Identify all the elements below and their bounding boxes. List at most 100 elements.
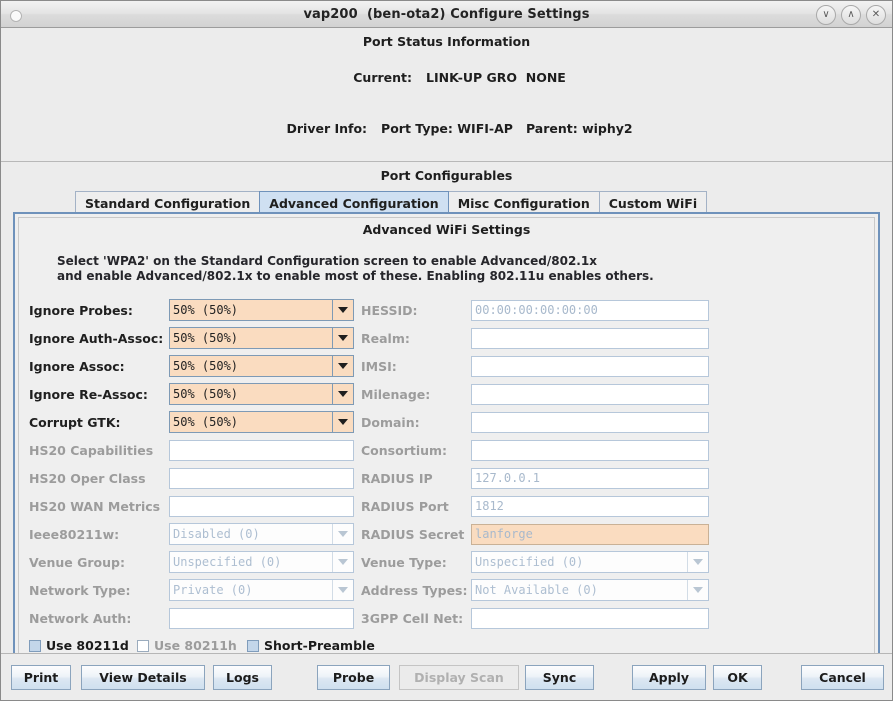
radius-port-label: RADIUS Port bbox=[361, 498, 449, 514]
radius-port-input: 1812 bbox=[471, 495, 709, 517]
field-wrapper bbox=[471, 355, 709, 377]
ieee80211w-combo: Disabled (0) bbox=[169, 523, 354, 545]
chevron-down-icon[interactable] bbox=[332, 384, 353, 404]
view-details-button[interactable]: View Details bbox=[81, 665, 205, 690]
driver-info-row: Driver Info: Port Type: WIFI-AP Parent: w… bbox=[1, 106, 892, 151]
driver-info-label: Driver Info: bbox=[286, 121, 368, 136]
print-button[interactable]: Print bbox=[11, 665, 71, 690]
ignore-auth-assoc-value: 50% (50%) bbox=[173, 331, 239, 345]
current-status-row: Current: LINK-UP GRO NONE bbox=[1, 55, 892, 100]
field-wrapper: 1812 bbox=[471, 495, 709, 517]
field-wrapper: Unspecified (0) bbox=[169, 551, 354, 573]
ieee80211w-label: Ieee80211w: bbox=[29, 526, 120, 542]
checkbox-short-preamble[interactable]: Short-Preamble bbox=[247, 638, 377, 653]
dialog-buttons: Print View Details Logs Probe Display Scan Sy… bbox=[1, 654, 892, 700]
checkbox-icon[interactable] bbox=[247, 639, 259, 652]
field-wrapper: 00:00:00:00:00:00 bbox=[471, 299, 709, 321]
checkbox-use-80211d[interactable]: Use 80211d bbox=[29, 638, 137, 653]
chevron-down-icon bbox=[687, 552, 708, 572]
sync-button[interactable]: Sync bbox=[525, 665, 594, 690]
advanced-wifi-settings-panel: Advanced WiFi Settings Select 'WPA2' on … bbox=[18, 217, 875, 695]
dialog-button-bar: Print View Details Logs Probe Display Scan Sy… bbox=[1, 653, 892, 700]
port-configurables-title: Port Configurables bbox=[380, 168, 513, 183]
form-row: Corrupt GTK: 50% (50%) Domain: bbox=[27, 408, 874, 436]
advanced-settings-hint: Select 'WPA2' on the Standard Configurat… bbox=[19, 247, 874, 296]
chevron-down-icon[interactable] bbox=[332, 328, 353, 348]
consortium-input bbox=[471, 439, 709, 461]
close-icon[interactable]: ✕ bbox=[866, 5, 886, 25]
venue-type-combo: Unspecified (0) bbox=[471, 551, 709, 573]
tab-custom-wifi[interactable]: Custom WiFi bbox=[598, 191, 708, 212]
consortium-label: Consortium: bbox=[361, 442, 448, 458]
corrupt-gtk-combo[interactable]: 50% (50%) bbox=[169, 411, 354, 433]
form-row: Ieee80211w: Disabled (0) RADIUS Secret lanf… bbox=[27, 520, 874, 548]
tab-standard-configuration[interactable]: Standard Configuration bbox=[75, 191, 261, 212]
venue-group-label: Venue Group: bbox=[29, 554, 125, 570]
3gpp-cell-net-input bbox=[471, 607, 709, 629]
chevron-down-icon bbox=[332, 524, 353, 544]
domain-label: Domain: bbox=[361, 414, 420, 430]
hs20-capabilities-label: HS20 Capabilities bbox=[29, 442, 154, 458]
hs20-capabilities-input bbox=[169, 439, 354, 461]
advanced-settings-form: Ignore Probes: 50% (50%) HESSID: 00:00:00:0… bbox=[19, 296, 874, 632]
ignore-assoc-combo[interactable]: 50% (50%) bbox=[169, 355, 354, 377]
probe-button[interactable]: Probe bbox=[317, 665, 390, 690]
checkbox-icon bbox=[137, 639, 149, 652]
port-status-information: Port Status Information Current: LINK-UP … bbox=[1, 28, 892, 162]
radius-secret-label: RADIUS Secret bbox=[361, 526, 465, 542]
field-wrapper: Disabled (0) bbox=[169, 523, 354, 545]
network-auth-input bbox=[169, 607, 354, 629]
window-title: vap200 (ben-ota2) Configure Settings bbox=[303, 6, 590, 22]
field-wrapper bbox=[169, 467, 354, 489]
corrupt-gtk-label: Corrupt GTK: bbox=[29, 414, 121, 430]
apply-button[interactable]: Apply bbox=[632, 665, 706, 690]
field-wrapper: lanforge bbox=[471, 523, 709, 545]
hessid-input: 00:00:00:00:00:00 bbox=[471, 299, 709, 321]
ignore-re-assoc-combo[interactable]: 50% (50%) bbox=[169, 383, 354, 405]
venue-type-label: Venue Type: bbox=[361, 554, 447, 570]
field-wrapper bbox=[471, 411, 709, 433]
hs20-oper-class-input bbox=[169, 467, 354, 489]
display-scan-button: Display Scan bbox=[399, 665, 519, 690]
field-wrapper bbox=[471, 327, 709, 349]
ignore-auth-assoc-combo[interactable]: 50% (50%) bbox=[169, 327, 354, 349]
venue-type-value: Unspecified (0) bbox=[475, 555, 584, 569]
checkbox-use-80211h: Use 80211h bbox=[137, 638, 247, 653]
network-auth-label: Network Auth: bbox=[29, 610, 132, 626]
chevron-down-icon[interactable] bbox=[332, 412, 353, 432]
field-wrapper bbox=[471, 439, 709, 461]
window-menu-icon[interactable] bbox=[10, 10, 22, 22]
maximize-icon[interactable]: ∧ bbox=[841, 5, 861, 25]
field-wrapper: 50% (50%) bbox=[169, 327, 354, 349]
ignore-re-assoc-label: Ignore Re-Assoc: bbox=[29, 386, 148, 402]
ignore-auth-assoc-label: Ignore Auth-Assoc: bbox=[29, 330, 164, 346]
hint-line-1: Select 'WPA2' on the Standard Configurat… bbox=[57, 254, 597, 268]
ignore-probes-combo[interactable]: 50% (50%) bbox=[169, 299, 354, 321]
tab-strip: Standard Configuration Advanced Configur… bbox=[13, 190, 880, 212]
minimize-icon[interactable]: ∨ bbox=[816, 5, 836, 25]
hessid-label: HESSID: bbox=[361, 302, 418, 318]
ok-button[interactable]: OK bbox=[713, 665, 762, 690]
configure-settings-window: vap200 (ben-ota2) Configure Settings ∨ ∧… bbox=[0, 0, 893, 701]
chevron-down-icon[interactable] bbox=[332, 356, 353, 376]
advanced-wifi-settings-title: Advanced WiFi Settings bbox=[362, 222, 531, 237]
field-wrapper: Unspecified (0) bbox=[471, 551, 709, 573]
imsi-label: IMSI: bbox=[361, 358, 397, 374]
checkbox-icon[interactable] bbox=[29, 639, 41, 652]
form-row: HS20 Oper Class RADIUS IP 127.0.0.1 bbox=[27, 464, 874, 492]
network-type-label: Network Type: bbox=[29, 582, 131, 598]
field-wrapper bbox=[169, 495, 354, 517]
logs-button[interactable]: Logs bbox=[213, 665, 272, 690]
tab-advanced-configuration[interactable]: Advanced Configuration bbox=[259, 191, 449, 212]
hs20-wan-metrics-input bbox=[169, 495, 354, 517]
field-wrapper: Private (0) bbox=[169, 579, 354, 601]
3gpp-cell-net-label: 3GPP Cell Net: bbox=[361, 610, 464, 626]
milenage-label: Milenage: bbox=[361, 386, 431, 402]
field-wrapper bbox=[471, 607, 709, 629]
cancel-button[interactable]: Cancel bbox=[801, 665, 884, 690]
network-type-value: Private (0) bbox=[173, 583, 253, 597]
address-types-label: Address Types: bbox=[361, 582, 468, 598]
tab-misc-configuration[interactable]: Misc Configuration bbox=[447, 191, 600, 212]
tab-body-advanced-configuration: Advanced WiFi Settings Select 'WPA2' on … bbox=[13, 212, 880, 700]
chevron-down-icon[interactable] bbox=[332, 300, 353, 320]
